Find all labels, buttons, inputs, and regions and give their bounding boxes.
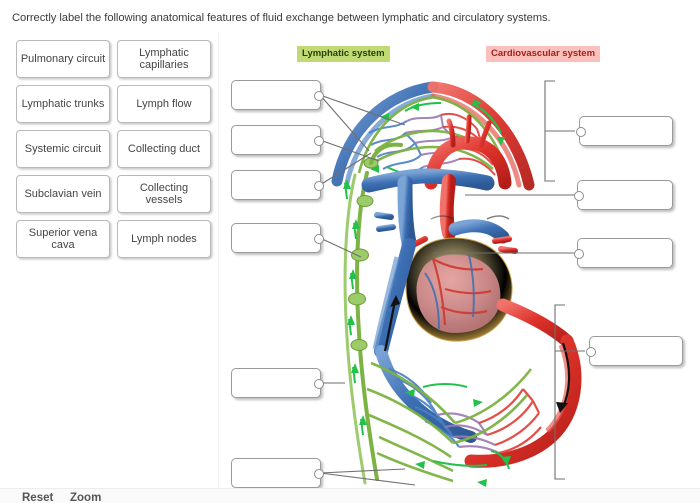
answer-box-right-3[interactable] [574, 238, 673, 268]
connector-knob [574, 249, 584, 259]
word-bank-row: Subclavian vein Collecting vessels [16, 175, 212, 213]
word-bank-row: Lymphatic trunks Lymph flow [16, 85, 212, 123]
word-bank-item-subclavian-vein[interactable]: Subclavian vein [16, 175, 110, 213]
word-bank-item-lymphatic-capillaries[interactable]: Lymphatic capillaries [117, 40, 211, 78]
connector-knob [314, 136, 324, 146]
answer-box-right-1[interactable] [576, 116, 673, 146]
word-bank-row: Superior vena cava Lymph nodes [16, 220, 212, 258]
cardiovascular-system-header: Cardiovascular system [486, 46, 601, 62]
word-bank-row: Pulmonary circuit Lymphatic capillaries [16, 40, 212, 78]
anatomy-diagram: Lymphatic system Cardiovascular system [219, 33, 700, 488]
answer-box-right-4[interactable] [586, 336, 683, 366]
answer-box-left-5[interactable] [231, 368, 324, 398]
answer-box-left-3[interactable] [231, 170, 324, 200]
connector-knob [574, 191, 584, 201]
word-bank-item-collecting-vessels[interactable]: Collecting vessels [117, 175, 211, 213]
word-bank-item-superior-vena-cava[interactable]: Superior vena cava [16, 220, 110, 258]
word-bank-item-collecting-duct[interactable]: Collecting duct [117, 130, 211, 168]
connector-knob [586, 347, 596, 357]
instruction-text: Correctly label the following anatomical… [12, 12, 551, 24]
word-bank-item-lymphatic-trunks[interactable]: Lymphatic trunks [16, 85, 110, 123]
connector-knob [576, 127, 586, 137]
bottom-toolbar: Reset Zoom [0, 488, 700, 503]
connector-knob [314, 181, 324, 191]
exercise-page: Correctly label the following anatomical… [0, 0, 700, 503]
lymphatic-system-header: Lymphatic system [297, 46, 390, 62]
reset-button[interactable]: Reset [22, 492, 53, 503]
word-bank-item-lymph-nodes[interactable]: Lymph nodes [117, 220, 211, 258]
word-bank-item-systemic-circuit[interactable]: Systemic circuit [16, 130, 110, 168]
answer-box-right-2[interactable] [574, 180, 673, 210]
answer-box-left-4[interactable] [231, 223, 324, 253]
zoom-button[interactable]: Zoom [70, 492, 101, 503]
word-bank-item-pulmonary-circuit[interactable]: Pulmonary circuit [16, 40, 110, 78]
word-bank: Pulmonary circuit Lymphatic capillaries … [16, 40, 212, 265]
answer-box-left-1[interactable] [231, 80, 324, 110]
connector-knob [314, 379, 324, 389]
word-bank-row: Systemic circuit Collecting duct [16, 130, 212, 168]
answer-box-left-2[interactable] [231, 125, 324, 155]
connector-knob [314, 234, 324, 244]
answer-box-left-6[interactable] [231, 458, 324, 488]
connector-knob [314, 91, 324, 101]
word-bank-item-lymph-flow[interactable]: Lymph flow [117, 85, 211, 123]
connector-knob [314, 469, 324, 479]
